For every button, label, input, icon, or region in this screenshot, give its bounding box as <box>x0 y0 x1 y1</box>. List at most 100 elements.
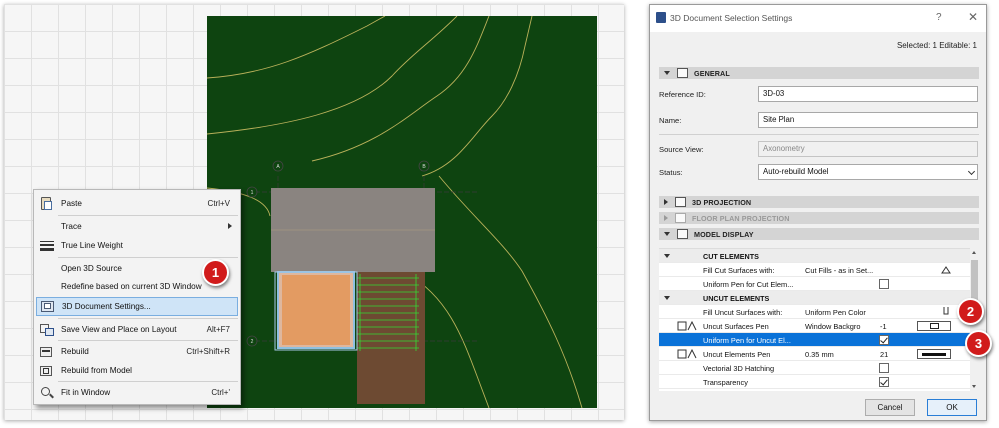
row-label: Fill Uncut Surfaces with: <box>703 308 783 317</box>
section-model-display[interactable]: MODEL DISPLAY <box>659 228 979 240</box>
scroll-up-icon[interactable] <box>972 251 976 254</box>
expand-arrow-icon <box>664 199 668 205</box>
menu-item-shortcut: Ctrl+V <box>207 199 230 208</box>
collapse-arrow-icon <box>664 296 670 300</box>
reference-id-field[interactable]: 3D-03 <box>758 86 978 102</box>
status-dropdown[interactable]: Auto-rebuild Model <box>758 164 978 180</box>
contour-line <box>438 175 583 408</box>
3d-projection-icon <box>675 197 686 207</box>
plan-canvas[interactable]: A B 1 2 Paste Ctrl+V Trace True Line Wei… <box>4 4 624 420</box>
row-fill-cut-surfaces[interactable]: Fill Cut Surfaces with: Cut Fills - as i… <box>659 263 970 277</box>
section-title: FLOOR PLAN PROJECTION <box>692 213 790 223</box>
grid-bubble-label: 1 <box>251 190 254 196</box>
row-transparency[interactable]: Transparency <box>659 375 970 389</box>
reference-id-label: Reference ID: <box>659 90 706 99</box>
pen-number[interactable]: 21 <box>880 350 888 359</box>
callout-badge-3: 3 <box>965 330 992 357</box>
menu-item-shortcut: Ctrl+Shift+R <box>186 347 230 356</box>
pen-number[interactable]: -1 <box>880 322 887 331</box>
menu-item-3d-document-settings[interactable]: 3D Document Settings... <box>36 297 238 316</box>
contour-line <box>207 16 458 135</box>
menu-item-label: Rebuild from Model <box>61 366 132 375</box>
contour-line <box>207 16 386 79</box>
row-value[interactable]: 0.35 mm <box>805 350 877 359</box>
row-uncut-surfaces-pen[interactable]: Uncut Surfaces Pen Window Backgro -1 <box>659 319 970 333</box>
group-cut-elements[interactable]: CUT ELEMENTS <box>659 249 970 263</box>
row-fill-uncut-surfaces[interactable]: Fill Uncut Surfaces with: Uniform Pen Co… <box>659 305 970 319</box>
menu-item-label: True Line Weight <box>61 241 123 250</box>
section-title: 3D PROJECTION <box>692 197 752 207</box>
floor-plan-projection-icon <box>675 213 686 223</box>
menu-item-shortcut: Alt+F7 <box>206 325 230 334</box>
general-settings-icon <box>677 68 688 78</box>
menu-item-label: Fit in Window <box>61 388 111 397</box>
blank-icon <box>39 262 55 276</box>
model-display-table: CUT ELEMENTS Fill Cut Surfaces with: Cut… <box>659 248 970 391</box>
section-title: MODEL DISPLAY <box>694 229 754 239</box>
help-button[interactable]: ? <box>936 12 942 23</box>
row-label: Uncut Elements Pen <box>703 350 771 359</box>
blank-icon <box>39 220 55 234</box>
row-label: Uniform Pen for Uncut El... <box>703 336 791 345</box>
dialog-title: 3D Document Selection Settings <box>670 13 793 23</box>
pen-swatch-thick[interactable] <box>917 349 951 359</box>
uniform-pen-uncut-checkbox[interactable] <box>879 335 889 345</box>
contour-line <box>311 16 490 162</box>
chevron-down-icon <box>967 167 976 176</box>
collapse-arrow-icon <box>664 254 670 258</box>
menu-item-rebuild-from-model[interactable]: Rebuild from Model <box>36 361 238 380</box>
blank-icon <box>39 280 55 294</box>
context-menu: Paste Ctrl+V Trace True Line Weight Open… <box>33 189 241 405</box>
callout-badge-1: 1 <box>202 259 229 286</box>
save-view-icon <box>39 323 55 337</box>
row-vectorial-3d-hatching[interactable]: Vectorial 3D Hatching <box>659 361 970 375</box>
cancel-button[interactable]: Cancel <box>865 399 915 416</box>
row-value[interactable]: Cut Fills - as in Set... <box>805 266 877 275</box>
paste-icon <box>39 196 55 211</box>
archicad-app-icon <box>656 12 666 23</box>
vectorial-hatching-checkbox[interactable] <box>879 363 889 373</box>
collapse-arrow-icon <box>664 71 670 75</box>
pen-surface-icon <box>677 321 697 331</box>
transparency-checkbox[interactable] <box>879 377 889 387</box>
source-view-field: Axonometry <box>758 141 978 157</box>
section-floor-plan-projection[interactable]: FLOOR PLAN PROJECTION <box>659 212 979 224</box>
row-label: Transparency <box>703 378 748 387</box>
uniform-pen-cut-checkbox[interactable] <box>879 279 889 289</box>
section-general[interactable]: GENERAL <box>659 67 979 79</box>
close-button[interactable]: ✕ <box>968 10 978 24</box>
scroll-down-icon[interactable] <box>972 385 976 388</box>
menu-separator <box>58 381 238 382</box>
row-uniform-pen-uncut[interactable]: Uniform Pen for Uncut El... <box>659 333 970 347</box>
source-view-label: Source View: <box>659 145 704 154</box>
name-field[interactable]: Site Plan <box>758 112 978 128</box>
menu-item-label: Paste <box>61 199 82 208</box>
dialog-title-bar[interactable]: 3D Document Selection Settings ? ✕ <box>650 5 986 32</box>
row-value[interactable]: Window Backgro <box>805 322 877 331</box>
menu-item-rebuild[interactable]: Rebuild Ctrl+Shift+R <box>36 342 238 361</box>
status-label: Status: <box>659 168 683 177</box>
model-display-icon <box>677 229 688 239</box>
row-uncut-elements-pen[interactable]: Uncut Elements Pen 0.35 mm 21 <box>659 347 970 361</box>
group-title: UNCUT ELEMENTS <box>703 294 770 303</box>
pen-color-icon <box>943 307 949 315</box>
menu-item-fit-in-window[interactable]: Fit in Window Ctrl+' <box>36 383 238 402</box>
menu-item-save-view-place-layout[interactable]: Save View and Place on Layout Alt+F7 <box>36 320 238 339</box>
row-label: Uncut Surfaces Pen <box>703 322 769 331</box>
grid-bubble-label: 2 <box>251 339 254 345</box>
group-uncut-elements[interactable]: UNCUT ELEMENTS <box>659 291 970 305</box>
menu-item-paste[interactable]: Paste Ctrl+V <box>36 194 238 213</box>
row-value[interactable]: Uniform Pen Color <box>805 308 877 317</box>
menu-separator <box>58 257 238 258</box>
row-uniform-pen-cut[interactable]: Uniform Pen for Cut Elem... <box>659 277 970 291</box>
menu-item-label: 3D Document Settings... <box>62 302 151 311</box>
ok-button[interactable]: OK <box>927 399 977 416</box>
menu-item-true-line-weight[interactable]: True Line Weight <box>36 236 238 255</box>
callout-badge-2: 2 <box>957 298 984 325</box>
divider <box>659 134 979 135</box>
3d-document-settings-icon <box>40 300 56 314</box>
pen-swatch-window-background[interactable] <box>917 321 951 331</box>
menu-item-trace[interactable]: Trace <box>36 217 238 236</box>
section-3d-projection[interactable]: 3D PROJECTION <box>659 196 979 208</box>
group-title: CUT ELEMENTS <box>703 252 759 261</box>
